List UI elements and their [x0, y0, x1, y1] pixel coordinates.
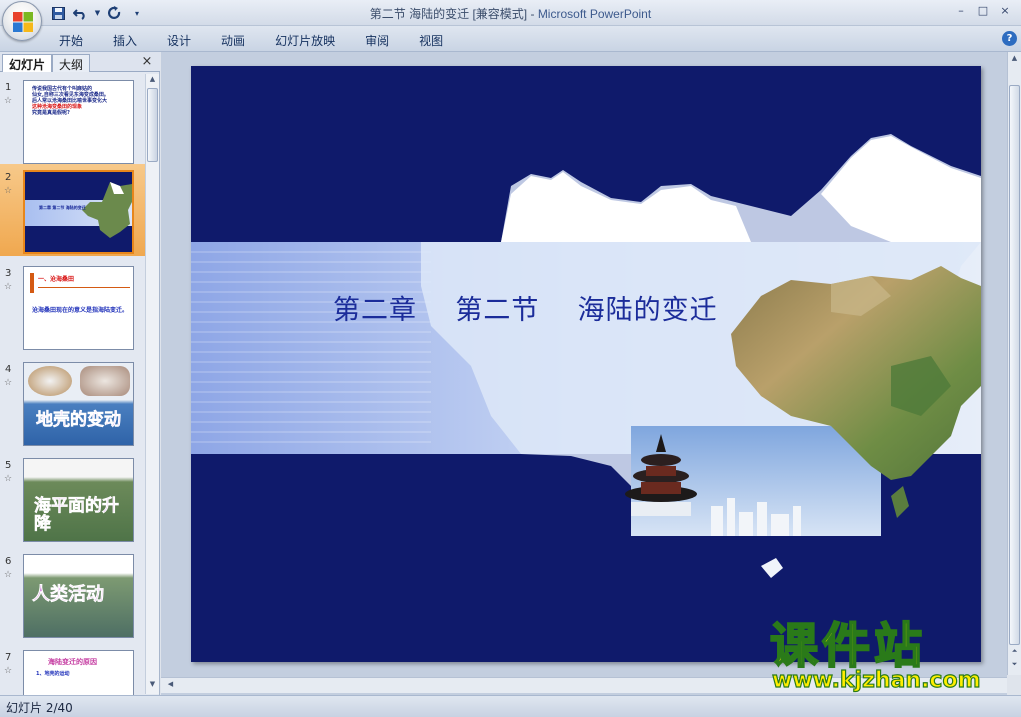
previous-slide-icon[interactable]: ⏶	[1009, 647, 1020, 658]
slide-number: 3	[5, 268, 12, 279]
tab-outline[interactable]: 大纲	[52, 54, 91, 72]
watermark-url: www.kjzhan.com	[771, 667, 981, 693]
window-controls: – □ ×	[951, 3, 1015, 20]
animation-star-icon: ☆	[4, 666, 13, 676]
document-title: 第二节 海陆的变迁 [兼容模式]	[369, 7, 528, 21]
tab-review[interactable]: 审阅	[350, 30, 404, 51]
thumbnail-row-7[interactable]: 7 ☆ 海陆变迁的原因 1、地壳的运动	[0, 644, 145, 695]
slide-thumbnail-6[interactable]: 人类活动	[23, 554, 134, 638]
thumbnail-row-2[interactable]: 2 ☆ 第二章 第二节 海陆的变迁	[0, 164, 145, 256]
animation-star-icon: ☆	[4, 282, 13, 292]
thumbnail-scrollbar[interactable]: ▲ ▼	[145, 74, 159, 694]
thumbnail-row-3[interactable]: 3 ☆ 一、沧海桑田 沧海桑田现在的意义是指海陆变迁。	[0, 260, 145, 352]
thumb-body: 沧海桑田现在的意义是指海陆变迁。	[32, 307, 129, 314]
thumb-map-icon	[82, 182, 132, 238]
next-slide-icon[interactable]: ⏷	[1009, 660, 1020, 671]
slide-thumbnail-7[interactable]: 海陆变迁的原因 1、地壳的运动	[23, 650, 134, 695]
pane-tabs: 幻灯片 大纲 ×	[0, 52, 160, 72]
minimize-button[interactable]: –	[951, 3, 971, 20]
animation-star-icon: ☆	[4, 570, 13, 580]
thumb-shell-image	[28, 366, 72, 396]
scroll-up-icon[interactable]: ▲	[147, 75, 158, 86]
watermark-logo: 课件站 www.kjzhan.com	[769, 618, 1010, 695]
thumb-text-block: 传说我国古代有个叫麻姑的 仙女,自称三次看见东海变成桑田。 后人常以沧海桑田比喻…	[32, 86, 130, 116]
office-button[interactable]	[2, 1, 42, 41]
slide-counter: 幻灯片 2/40	[6, 701, 73, 715]
scroll-up-icon[interactable]: ▲	[1009, 54, 1020, 65]
thumbnail-row-5[interactable]: 5 ☆ 海平面的升降	[0, 452, 145, 544]
tab-slides[interactable]: 幻灯片	[2, 54, 53, 72]
restore-button[interactable]: □	[973, 3, 993, 20]
slide-thumbnail-2[interactable]: 第二章 第二节 海陆的变迁	[23, 170, 134, 254]
slide-title[interactable]: 第二章 第二节 海陆的变迁	[333, 288, 718, 327]
thumb-divider	[38, 287, 130, 288]
watermark-title: 课件站	[769, 618, 927, 674]
thumb-accent-bar	[30, 273, 34, 293]
slide-thumbnail-1[interactable]: 传说我国古代有个叫麻姑的 仙女,自称三次看见东海变成桑田。 后人常以沧海桑田比喻…	[23, 80, 134, 164]
ribbon: 开始 插入 设计 动画 幻灯片放映 审阅 视图 ?	[0, 26, 1021, 52]
slide-thumbnails: 1 ☆ 传说我国古代有个叫麻姑的 仙女,自称三次看见东海变成桑田。 后人常以沧海…	[0, 74, 145, 695]
thumb-heading: 海陆变迁的原因	[48, 658, 97, 666]
thumbnail-row-1[interactable]: 1 ☆ 传说我国古代有个叫麻姑的 仙女,自称三次看见东海变成桑田。 后人常以沧海…	[0, 74, 145, 166]
powerpoint-window: ▼ ▾ 第二节 海陆的变迁 [兼容模式] - Microsoft PowerPo…	[0, 0, 1021, 717]
scrollbar-thumb[interactable]	[1009, 85, 1020, 645]
thumb-caption: 人类活动	[32, 584, 105, 605]
slide-number: 5	[5, 460, 12, 471]
thumb-line: 究竟是真是假呢?	[32, 110, 70, 116]
tab-animations[interactable]: 动画	[206, 30, 260, 51]
animation-star-icon: ☆	[4, 186, 13, 196]
slides-pane: 幻灯片 大纲 × 1 ☆ 传说我国古代有个叫麻姑的 仙女,自称三次看见东海变成桑…	[0, 52, 160, 695]
current-slide[interactable]: 第二章 第二节 海陆的变迁	[191, 66, 981, 662]
thumb-caption: 第二章 第二节 海陆的变迁	[39, 205, 86, 210]
scroll-left-icon[interactable]: ◀	[165, 680, 176, 691]
vertical-scrollbar[interactable]: ▲ ⏶ ⏷	[1007, 52, 1021, 675]
slide-number: 2	[5, 172, 12, 183]
thumb-caption: 地壳的变动	[36, 410, 122, 430]
slide-thumbnail-4[interactable]: 地壳的变动	[23, 362, 134, 446]
title-separator: -	[527, 7, 538, 21]
tab-slide-show[interactable]: 幻灯片放映	[260, 30, 350, 51]
thumb-body: 1、地壳的运动	[36, 671, 70, 677]
tab-insert[interactable]: 插入	[98, 30, 152, 51]
animation-star-icon: ☆	[4, 96, 13, 106]
close-pane-icon[interactable]: ×	[140, 55, 154, 69]
office-logo-icon	[13, 12, 33, 32]
tab-view[interactable]: 视图	[404, 30, 458, 51]
status-bar: 幻灯片 2/40	[0, 695, 1021, 717]
slide-number: 6	[5, 556, 12, 567]
app-name: Microsoft PowerPoint	[537, 7, 652, 21]
slide-thumbnail-3[interactable]: 一、沧海桑田 沧海桑田现在的意义是指海陆变迁。	[23, 266, 134, 350]
slide-editing-area: 第二章 第二节 海陆的变迁 ◀	[161, 52, 1007, 695]
close-button[interactable]: ×	[995, 3, 1015, 20]
scrollbar-thumb[interactable]	[147, 88, 158, 162]
animation-star-icon: ☆	[4, 378, 13, 388]
thumbnail-row-4[interactable]: 4 ☆ 地壳的变动	[0, 356, 145, 448]
slide-number: 7	[5, 652, 12, 663]
thumb-caption: 海平面的升降	[34, 496, 120, 534]
tab-home[interactable]: 开始	[44, 30, 98, 51]
help-icon[interactable]: ?	[1002, 31, 1017, 46]
thumb-fossil-image	[80, 366, 130, 396]
window-title: 第二节 海陆的变迁 [兼容模式] - Microsoft PowerPoint	[0, 5, 1021, 22]
slide-number: 4	[5, 364, 12, 375]
tab-design[interactable]: 设计	[152, 30, 206, 51]
slide-background-art	[191, 134, 981, 578]
slide-thumbnail-5[interactable]: 海平面的升降	[23, 458, 134, 542]
thumb-heading: 一、沧海桑田	[38, 276, 75, 283]
slide-number: 1	[5, 82, 12, 93]
thumbnail-row-6[interactable]: 6 ☆ 人类活动	[0, 548, 145, 640]
scroll-down-icon[interactable]: ▼	[147, 680, 158, 691]
title-bar: ▼ ▾ 第二节 海陆的变迁 [兼容模式] - Microsoft PowerPo…	[0, 0, 1021, 26]
ribbon-tabs: 开始 插入 设计 动画 幻灯片放映 审阅 视图	[44, 30, 458, 51]
animation-star-icon: ☆	[4, 474, 13, 484]
